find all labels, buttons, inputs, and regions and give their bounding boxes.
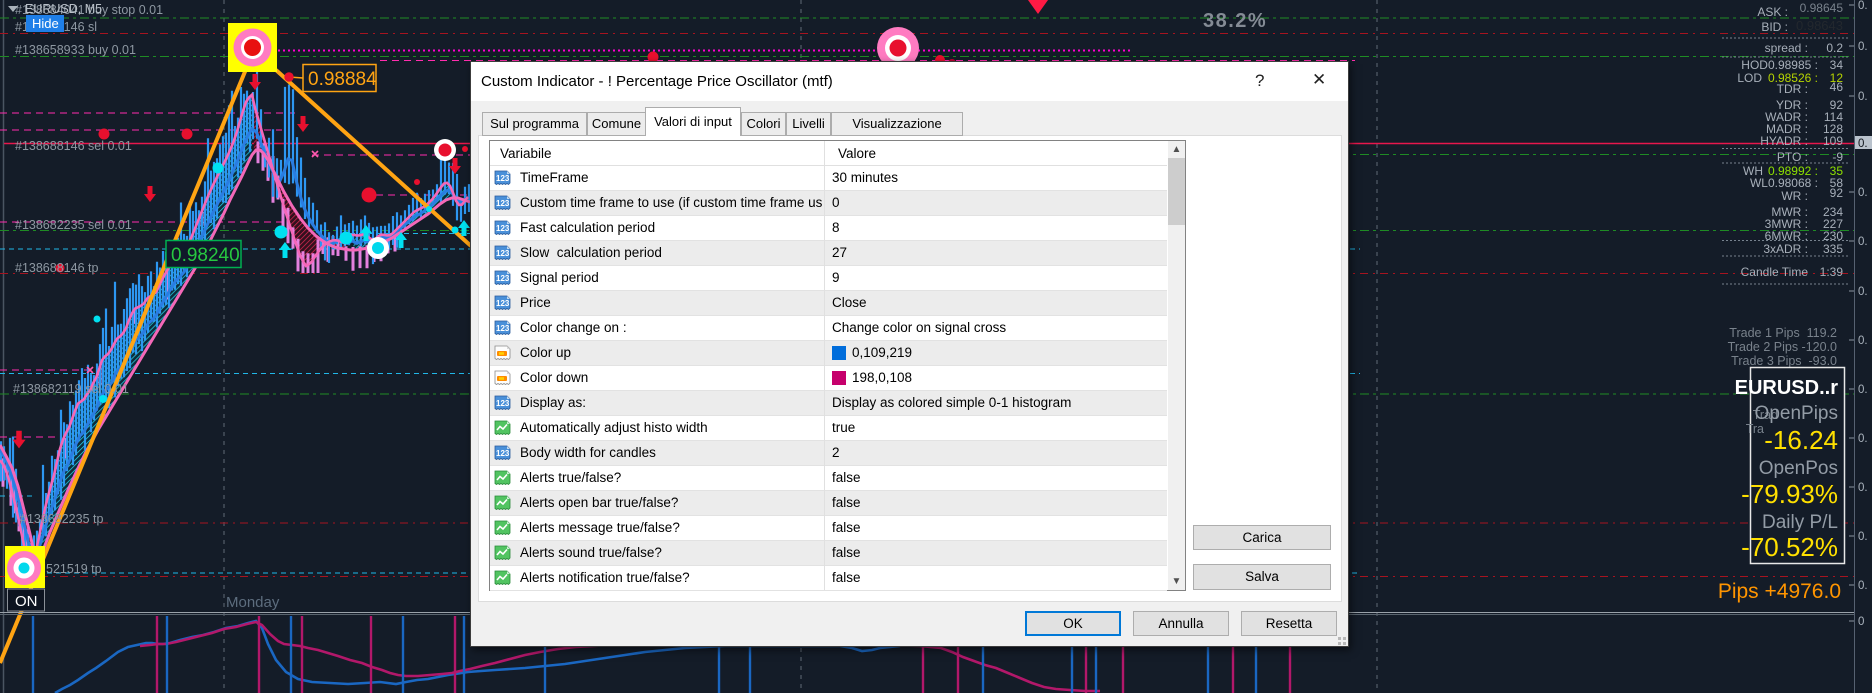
svg-text:335: 335 [1823, 242, 1843, 256]
svg-text:WL0.98068 :: WL0.98068 : [1750, 176, 1818, 190]
svg-text:BID :: BID : [1761, 20, 1788, 34]
svg-text:Daily P/L: Daily P/L [1762, 512, 1838, 533]
svg-text:123: 123 [496, 249, 510, 258]
svg-text:0.: 0. [1858, 138, 1868, 150]
svg-text:0.: 0. [1858, 580, 1868, 592]
svg-text:#138682235 tp: #138682235 tp [20, 512, 103, 526]
svg-text:0.: 0. [1858, 286, 1868, 298]
svg-text:0.: 0. [1858, 91, 1868, 103]
svg-text:WR :: WR : [1781, 189, 1808, 203]
svg-text:34: 34 [1830, 58, 1844, 72]
svg-text:0.: 0. [1858, 531, 1868, 543]
svg-text:-9: -9 [1832, 150, 1843, 164]
svg-text:#138688146 sel 0.01: #138688146 sel 0.01 [15, 139, 132, 153]
svg-text:PTO :: PTO : [1777, 150, 1808, 164]
svg-text:0.: 0. [1858, 236, 1868, 248]
svg-text:OpenPips: OpenPips [1755, 403, 1838, 424]
svg-text:EURUSD..r: EURUSD..r [1735, 377, 1839, 399]
svg-text:0.: 0. [1858, 482, 1868, 494]
svg-text:#138682119 sel 0.01: #138682119 sel 0.01 [13, 382, 129, 396]
svg-text:HOD0.98985 :: HOD0.98985 : [1741, 58, 1818, 72]
svg-text:0.2: 0.2 [1826, 41, 1843, 55]
svg-text:3xADR :: 3xADR : [1763, 242, 1808, 256]
svg-text:0.: 0. [1858, 433, 1868, 445]
svg-text:123: 123 [496, 324, 510, 333]
svg-text:ASK :: ASK : [1757, 5, 1788, 19]
svg-text:#138658933 buy 0.01: #138658933 buy 0.01 [15, 43, 136, 57]
svg-text:0: 0 [1858, 616, 1864, 628]
svg-text:109: 109 [1823, 134, 1843, 148]
svg-text:spread :: spread : [1765, 41, 1808, 55]
svg-text:123: 123 [496, 274, 510, 283]
svg-text:-16.24: -16.24 [1764, 425, 1838, 455]
svg-text:0.: 0. [1858, 41, 1868, 53]
svg-text:OpenPos: OpenPos [1759, 458, 1838, 479]
svg-text:#138682235 sel 0.01: #138682235 sel 0.01 [15, 218, 132, 232]
svg-text:Hide: Hide [32, 16, 59, 31]
svg-text:HYADR :: HYADR : [1760, 134, 1808, 148]
svg-text:123: 123 [496, 399, 510, 408]
svg-text:Pips +4976.0: Pips +4976.0 [1718, 580, 1841, 603]
svg-text:123: 123 [496, 224, 510, 233]
svg-text:Trade 2 Pips -120.0: Trade 2 Pips -120.0 [1728, 340, 1837, 354]
svg-text:123: 123 [496, 299, 510, 308]
svg-text:#138688146 tp: #138688146 tp [15, 261, 98, 275]
svg-text:123: 123 [496, 174, 510, 183]
svg-text:0.98884: 0.98884 [308, 69, 377, 90]
svg-text:123: 123 [496, 199, 510, 208]
svg-text:Monday: Monday [226, 594, 280, 611]
svg-text:0.: 0. [1858, 187, 1868, 199]
svg-text:-70.52%: -70.52% [1741, 532, 1838, 562]
svg-text:521519 tp: 521519 tp [46, 562, 102, 576]
svg-text:EURUSD, M5: EURUSD, M5 [25, 2, 102, 16]
svg-text:-79.93%: -79.93% [1741, 479, 1838, 509]
svg-text:Tra: Tra [1746, 422, 1764, 436]
svg-text:92: 92 [1830, 186, 1844, 200]
svg-text:LOD: LOD [1737, 71, 1762, 85]
svg-text:Trade 1 Pips 119.2: Trade 1 Pips 119.2 [1729, 326, 1837, 340]
svg-text:0.: 0. [1858, 384, 1868, 396]
svg-text:0.: 0. [1858, 0, 1868, 12]
svg-text:0.98645: 0.98645 [1800, 1, 1844, 15]
svg-text:Trade 3 Pips -93.0: Trade 3 Pips -93.0 [1731, 354, 1837, 368]
svg-text:46: 46 [1830, 80, 1844, 94]
svg-text:0.98643: 0.98643 [1796, 18, 1843, 33]
svg-text:1:39: 1:39 [1820, 265, 1844, 279]
svg-text:TDR :: TDR : [1777, 82, 1808, 96]
svg-text:123: 123 [496, 449, 510, 458]
svg-text:38.2%: 38.2% [1203, 10, 1267, 32]
svg-text:ON: ON [15, 593, 38, 610]
svg-text:0.98240: 0.98240 [171, 245, 240, 266]
svg-text:Candle Time: Candle Time [1741, 265, 1809, 279]
svg-text:0.: 0. [1858, 335, 1868, 347]
